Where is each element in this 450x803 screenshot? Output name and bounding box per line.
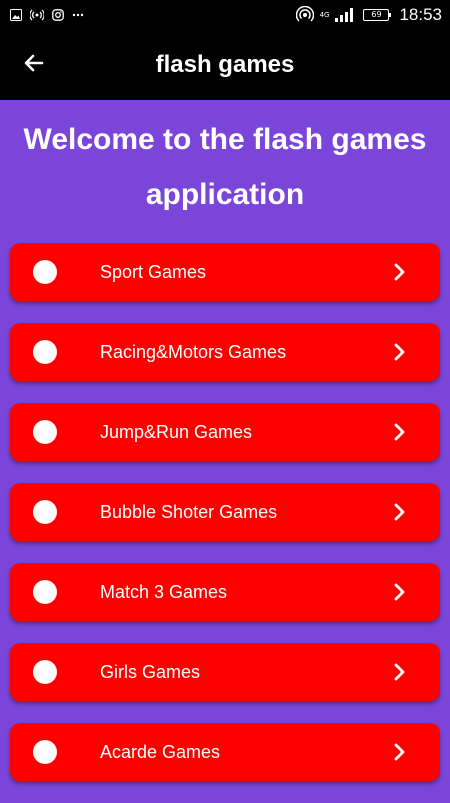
menu-item-bubble-shooter-games[interactable]: Bubble Shoter Games	[10, 483, 440, 541]
chevron-right-icon	[390, 422, 410, 442]
menu-item-jump-run-games[interactable]: Jump&Run Games	[10, 403, 440, 461]
bullet-icon	[33, 500, 57, 524]
chevron-right-icon	[390, 342, 410, 362]
status-right: 4G 69 18:53	[295, 5, 442, 25]
bullet-icon	[33, 340, 57, 364]
welcome-heading: Welcome to the flash games application	[23, 123, 427, 211]
bullet-icon	[33, 420, 57, 444]
bullet-icon	[33, 660, 57, 684]
chevron-right-icon	[390, 662, 410, 682]
signal-icon	[335, 8, 357, 22]
menu-item-label: Racing&Motors Games	[100, 342, 287, 362]
chevron-right-icon	[390, 742, 410, 762]
more-icon	[72, 13, 84, 17]
game-category-list: Sport Games Racing&Motors Games Jump&Run…	[10, 243, 440, 803]
status-time: 18:53	[399, 5, 442, 24]
page-title: flash games	[155, 51, 295, 78]
menu-item-label: Acarde Games	[100, 742, 221, 762]
bullet-icon	[33, 740, 57, 764]
hotspot-icon	[295, 6, 314, 24]
network-label: 4G	[319, 10, 330, 19]
menu-item-girls-games[interactable]: Girls Games	[10, 643, 440, 701]
image-icon	[10, 9, 22, 21]
status-left	[10, 9, 84, 21]
menu-item-label: Jump&Run Games	[100, 422, 253, 442]
menu-item-label: Match 3 Games	[100, 582, 228, 602]
menu-item-match-3-games[interactable]: Match 3 Games	[10, 563, 440, 621]
chevron-right-icon	[390, 262, 410, 282]
menu-item-racing-motors-games[interactable]: Racing&Motors Games	[10, 323, 440, 381]
menu-item-label: Sport Games	[100, 262, 207, 282]
menu-item-sport-games[interactable]: Sport Games	[10, 243, 440, 301]
bullet-icon	[33, 260, 57, 284]
chevron-right-icon	[390, 502, 410, 522]
bullet-icon	[33, 580, 57, 604]
menu-item-arcade-games[interactable]: Acarde Games	[10, 723, 440, 781]
menu-item-label: Bubble Shoter Games	[100, 502, 278, 522]
battery-icon: 69	[363, 9, 392, 21]
broadcast-icon	[30, 9, 44, 21]
chevron-right-icon	[390, 582, 410, 602]
app-bar: flash games	[0, 30, 450, 100]
menu-item-label: Girls Games	[100, 662, 201, 682]
status-bar: 4G 69 18:53	[0, 0, 450, 30]
instagram-icon	[52, 9, 64, 21]
